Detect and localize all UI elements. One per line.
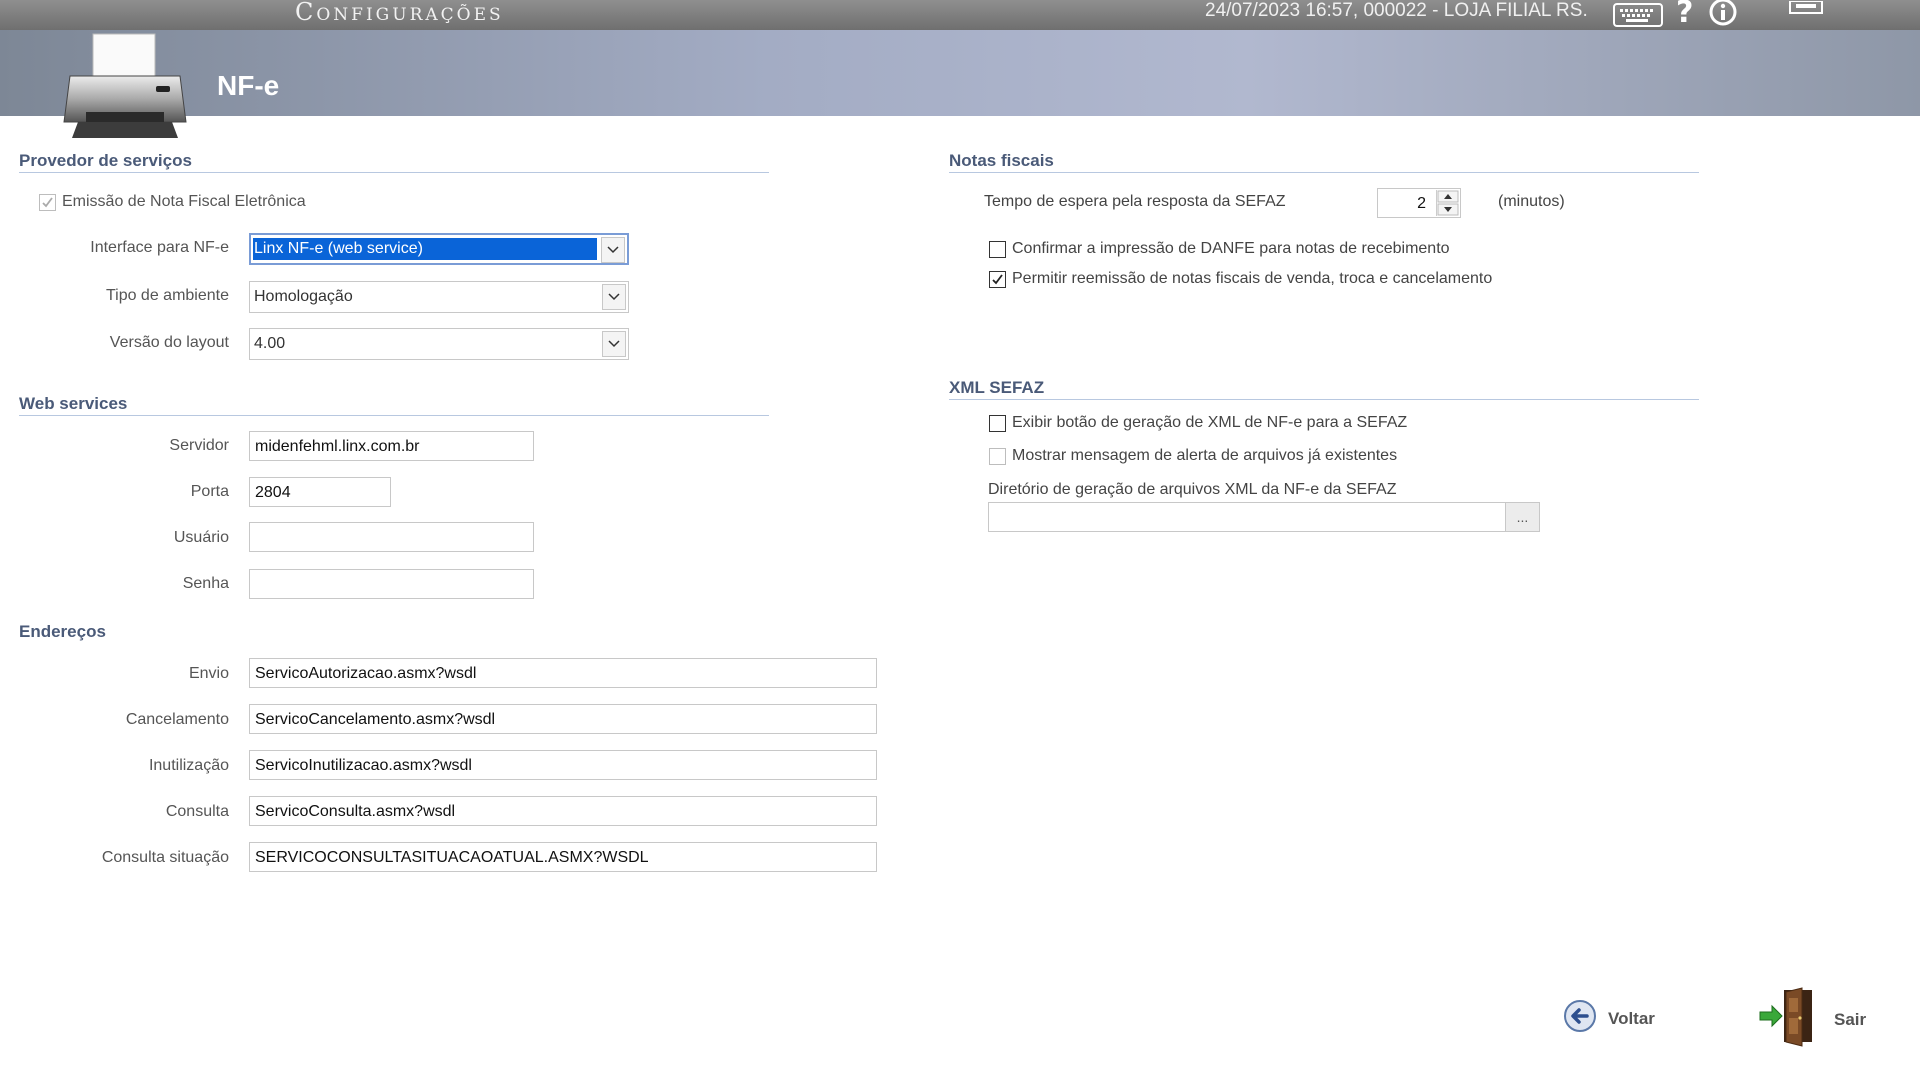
porta-label: Porta [190, 483, 229, 500]
info-icon[interactable] [1708, 0, 1738, 32]
servidor-input[interactable]: midenfehml.linx.com.br [249, 431, 534, 461]
interface-value: Linx NF-e (web service) [253, 238, 597, 260]
porta-input[interactable]: 2804 [249, 477, 391, 507]
usuario-input[interactable] [249, 522, 534, 552]
exibir-xml-checkbox[interactable] [989, 415, 1006, 432]
servidor-label: Servidor [169, 437, 229, 454]
keyboard-icon[interactable] [1612, 2, 1664, 32]
usuario-label: Usuário [173, 529, 229, 546]
ambiente-label: Tipo de ambiente [105, 287, 229, 304]
emissao-nfe-label: Emissão de Nota Fiscal Eletrônica [62, 193, 306, 210]
section-title-notas: Notas fiscais [949, 151, 1699, 173]
mostrar-alerta-label: Mostrar mensagem de alerta de arquivos j… [1012, 447, 1398, 464]
cancelamento-label: Cancelamento [125, 711, 229, 728]
permitir-reemissao-label: Permitir reemissão de notas fiscais de v… [1012, 270, 1493, 287]
help-icon[interactable]: ? [1672, 0, 1698, 32]
voltar-button[interactable]: Voltar [1562, 998, 1655, 1039]
spinner-arrows[interactable] [1436, 190, 1459, 216]
layout-select[interactable]: 4.00 [249, 328, 629, 360]
section-title-webservices: Web services [19, 394, 769, 416]
interface-label: Interface para NF-e [90, 239, 229, 256]
datetime-store-info: 24/07/2023 16:57, 000022 - LOJA FILIAL R… [1205, 0, 1588, 21]
cancelamento-input[interactable]: ServicoCancelamento.asmx?wsdl [249, 704, 877, 734]
layout-value: 4.00 [254, 335, 286, 352]
diretorio-label: Diretório de geração de arquivos XML da … [988, 481, 1397, 498]
section-title-xml: XML SEFAZ [949, 378, 1699, 400]
envio-label: Envio [188, 665, 229, 682]
tempo-label: Tempo de espera pela resposta da SEFAZ [984, 193, 1286, 210]
exit-door-icon [1758, 986, 1822, 1053]
situacao-label: Consulta situação [101, 849, 229, 866]
mostrar-alerta-checkbox[interactable] [989, 448, 1006, 465]
senha-input[interactable] [249, 569, 534, 599]
sair-button[interactable]: Sair [1758, 986, 1866, 1053]
printer-icon [60, 30, 190, 150]
confirmar-danfe-label: Confirmar a impressão de DANFE para nota… [1012, 240, 1450, 257]
inutilizacao-label: Inutilização [148, 757, 229, 774]
section-title-provedor: Provedor de serviços [19, 151, 769, 173]
svg-text:?: ? [1676, 0, 1693, 28]
permitir-reemissao-checkbox[interactable] [989, 271, 1006, 288]
app-title: Configurações [295, 0, 504, 26]
top-bar: Configurações 24/07/2023 16:57, 000022 -… [0, 0, 1920, 30]
emissao-nfe-checkbox[interactable] [39, 194, 56, 211]
voltar-label: Voltar [1608, 1008, 1655, 1028]
ambiente-select[interactable]: Homologação [249, 281, 629, 313]
page-header: NF-e [0, 30, 1920, 116]
consulta-input[interactable]: ServicoConsulta.asmx?wsdl [249, 796, 877, 826]
layout-label: Versão do layout [109, 334, 229, 351]
chevron-down-icon[interactable] [602, 284, 626, 310]
situacao-input[interactable]: SERVICOCONSULTASITUACAOATUAL.ASMX?WSDL [249, 842, 877, 872]
interface-select[interactable]: Linx NF-e (web service) [249, 233, 629, 265]
chevron-down-icon[interactable] [601, 237, 625, 263]
minimize-icon[interactable] [1788, 0, 1824, 19]
senha-label: Senha [182, 575, 229, 592]
confirmar-danfe-checkbox[interactable] [989, 241, 1006, 258]
diretorio-input[interactable] [988, 502, 1506, 532]
page-title: NF-e [217, 70, 280, 101]
exibir-xml-label: Exibir botão de geração de XML de NF-e p… [1012, 414, 1408, 431]
envio-input[interactable]: ServicoAutorizacao.asmx?wsdl [249, 658, 877, 688]
consulta-label: Consulta [165, 803, 229, 820]
sair-label: Sair [1834, 1009, 1867, 1029]
ambiente-value: Homologação [254, 288, 353, 305]
tempo-unit: (minutos) [1498, 193, 1565, 210]
arrow-left-icon [1562, 998, 1598, 1039]
chevron-down-icon[interactable] [602, 331, 626, 357]
browse-button[interactable]: ... [1505, 502, 1540, 532]
section-title-enderecos: Endereços [19, 622, 106, 641]
inutilizacao-input[interactable]: ServicoInutilizacao.asmx?wsdl [249, 750, 877, 780]
